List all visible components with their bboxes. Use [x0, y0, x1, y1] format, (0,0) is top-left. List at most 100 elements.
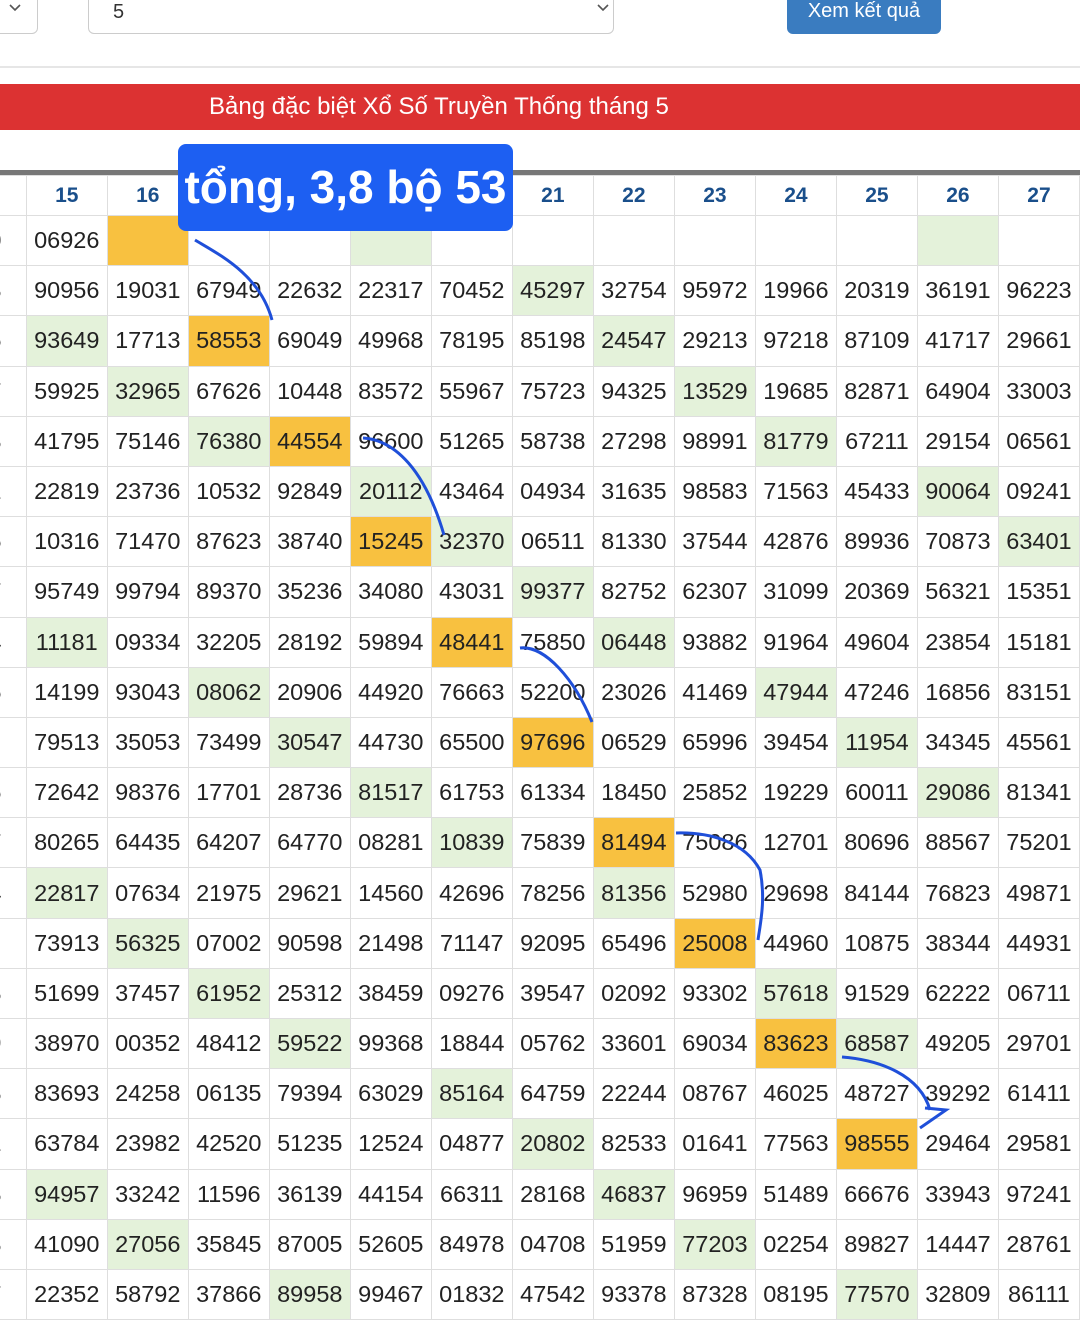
- chevron-down-icon: [9, 4, 21, 12]
- result-cell: 53: [0, 265, 27, 317]
- result-cell: 17701: [187, 767, 270, 819]
- result-cell: 39454: [754, 716, 837, 769]
- result-cell: 08062: [187, 666, 270, 718]
- result-cell: 61753: [430, 767, 513, 819]
- result-cell: 33242: [106, 1168, 189, 1220]
- result-cell: 06511: [511, 516, 594, 568]
- result-cell: 49604: [835, 616, 918, 668]
- result-cell: 58738: [511, 415, 594, 467]
- result-cell: 65496: [592, 917, 675, 969]
- result-cell: 06135: [187, 1068, 270, 1120]
- result-cell: 34345: [916, 716, 999, 769]
- result-cell: 18450: [592, 767, 675, 819]
- result-cell: 99368: [349, 1017, 432, 1070]
- result-cell: 64770: [268, 817, 351, 869]
- day-select[interactable]: [0, 0, 38, 34]
- result-cell: 64435: [106, 817, 189, 869]
- result-cell: 81330: [592, 516, 675, 568]
- result-cell: 29698: [754, 867, 837, 919]
- table-row: 5722352587923786689958994670183247542933…: [0, 1268, 1080, 1320]
- result-cell: 93: [0, 1218, 27, 1270]
- result-cell: 80265: [25, 817, 108, 869]
- result-cell: 93649: [25, 315, 108, 367]
- result-cell: 11181: [25, 616, 108, 668]
- result-cell: 32809: [916, 1268, 999, 1320]
- table-row: 3006926: [0, 214, 1080, 267]
- result-cell: 06448: [592, 616, 675, 668]
- result-cell: 45297: [511, 265, 594, 317]
- result-cell: 57: [0, 566, 27, 618]
- result-cell: 23854: [916, 616, 999, 668]
- result-cell: 38740: [268, 516, 351, 568]
- column-header: 23: [673, 175, 756, 216]
- result-cell: 07002: [187, 917, 270, 969]
- column-header: 16: [106, 175, 189, 216]
- result-cell: 37866: [187, 1268, 270, 1320]
- result-cell: 79394: [268, 1068, 351, 1120]
- result-cell: 76823: [916, 867, 999, 919]
- result-cell: 51489: [754, 1168, 837, 1220]
- result-cell: 55967: [430, 365, 513, 417]
- result-cell: 69049: [268, 315, 351, 367]
- result-cell: 10839: [430, 817, 513, 869]
- result-cell: 72642: [25, 767, 108, 819]
- result-cell: 96600: [349, 415, 432, 467]
- table-row: 3883693242580613579394630298516464759222…: [0, 1068, 1080, 1120]
- result-cell: 83693: [25, 1068, 108, 1120]
- result-cell: 98991: [673, 415, 756, 467]
- table-row: 2411181093343220528192598944844175850064…: [0, 616, 1080, 668]
- result-cell: 98376: [106, 767, 189, 819]
- result-cell: 87623: [187, 516, 270, 568]
- result-cell: 67211: [835, 415, 918, 467]
- result-cell: 98: [0, 1168, 27, 1220]
- result-cell: 98583: [673, 465, 756, 518]
- result-cell: 87005: [268, 1218, 351, 1270]
- table-row: 7163784239824252051235125240487720802825…: [0, 1118, 1080, 1170]
- result-cell: 32205: [187, 616, 270, 668]
- month-select[interactable]: 5: [88, 0, 614, 34]
- result-cell: 94325: [592, 365, 675, 417]
- result-cell: 11596: [187, 1168, 270, 1220]
- result-cell: 42696: [430, 867, 513, 919]
- result-cell: 52200: [511, 666, 594, 718]
- result-cell: 93882: [673, 616, 756, 668]
- result-cell: 58553: [187, 315, 270, 367]
- result-cell: 35845: [187, 1218, 270, 1270]
- result-cell: 57: [0, 1268, 27, 1320]
- result-cell: 09334: [106, 616, 189, 668]
- result-cell: 69034: [673, 1017, 756, 1070]
- table-row: 2422817076342197529621145604269678256813…: [0, 867, 1080, 919]
- result-cell: 45: [0, 516, 27, 568]
- result-cell: 71147: [430, 917, 513, 969]
- result-cell: 92849: [268, 465, 351, 518]
- result-cell: 23982: [106, 1118, 189, 1170]
- result-cell: 10316: [25, 516, 108, 568]
- result-cell: 46837: [592, 1168, 675, 1220]
- result-cell: 42876: [754, 516, 837, 568]
- view-results-button[interactable]: Xem kết quả: [787, 0, 941, 34]
- result-cell: 29661: [997, 315, 1080, 367]
- result-cell: 75086: [673, 817, 756, 869]
- result-cell: 36139: [268, 1168, 351, 1220]
- result-cell: 90598: [268, 917, 351, 969]
- result-cell: 68587: [835, 1017, 918, 1070]
- result-cell: 19685: [754, 365, 837, 417]
- result-cell: 04934: [511, 465, 594, 518]
- result-cell: 81494: [592, 817, 675, 869]
- result-cell: 38: [0, 1068, 27, 1120]
- result-cell: 08195: [754, 1268, 837, 1320]
- result-cell: 45433: [835, 465, 918, 518]
- result-cell: 81341: [997, 767, 1080, 819]
- result-cell: 84978: [430, 1218, 513, 1270]
- result-cell: 02092: [592, 967, 675, 1020]
- result-cell: 95972: [673, 265, 756, 317]
- result-cell: 13529: [673, 365, 756, 417]
- result-cell: 28192: [268, 616, 351, 668]
- result-cell: 10875: [835, 917, 918, 969]
- result-cell: 51699: [25, 967, 108, 1020]
- result-cell: [106, 214, 189, 267]
- result-cell: 35236: [268, 566, 351, 618]
- result-cell: 82871: [835, 365, 918, 417]
- result-cell: 37544: [673, 516, 756, 568]
- result-cell: 29: [0, 1017, 27, 1070]
